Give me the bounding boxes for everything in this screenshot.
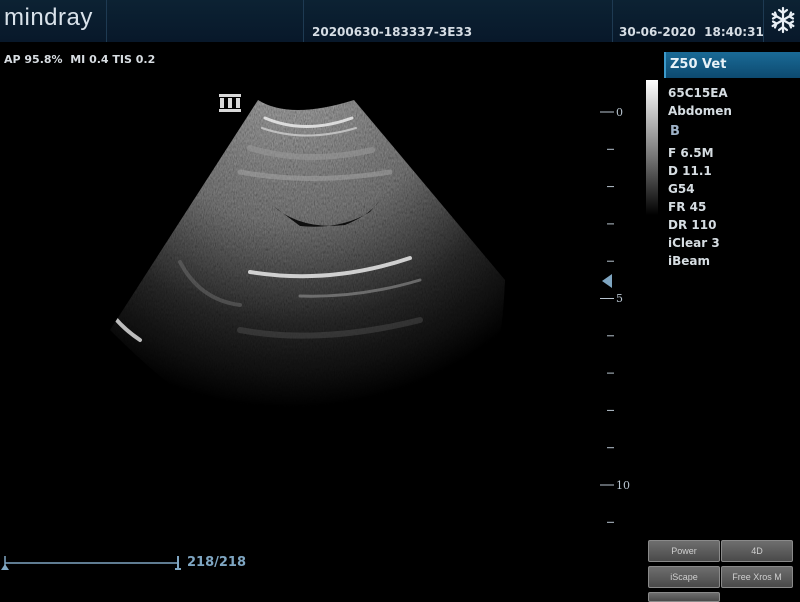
param-frame-rate: FR 45 xyxy=(668,200,707,214)
param-iclear: iClear 3 xyxy=(668,236,720,250)
probe-model: 65C15EA xyxy=(668,86,728,100)
preset-tab[interactable]: Z50 Vet xyxy=(664,52,800,78)
param-ibeam: iBeam xyxy=(668,254,710,268)
power-button[interactable]: Power xyxy=(648,540,720,562)
probe-orientation-icon xyxy=(219,94,241,112)
depth-label-5: 5 xyxy=(616,292,623,305)
free-xros-m-button[interactable]: Free Xros M xyxy=(721,566,793,588)
param-dynamic-range: DR 110 xyxy=(668,218,717,232)
param-depth: D 11.1 xyxy=(668,164,712,178)
cine-frame-counter: 218/218 xyxy=(187,555,247,570)
focus-marker-icon[interactable] xyxy=(602,274,612,288)
soft-button-partial[interactable] xyxy=(648,592,720,602)
imaging-mode: B xyxy=(670,124,680,139)
imaging-parameters: 65C15EA Abdomen B F 6.5M D 11.1 G54 FR 4… xyxy=(668,84,732,270)
param-frequency: F 6.5M xyxy=(668,146,714,160)
iscape-button[interactable]: iScape xyxy=(648,566,720,588)
depth-label-10: 10 xyxy=(616,479,630,492)
depth-scale: 0 5 10 xyxy=(600,106,630,523)
preset-label: Z50 Vet xyxy=(670,57,727,72)
4d-button[interactable]: 4D xyxy=(721,540,793,562)
param-gain: G54 xyxy=(668,182,695,196)
exam-type: Abdomen xyxy=(668,104,732,118)
grayscale-bar xyxy=(646,80,658,215)
depth-label-0: 0 xyxy=(616,106,623,119)
